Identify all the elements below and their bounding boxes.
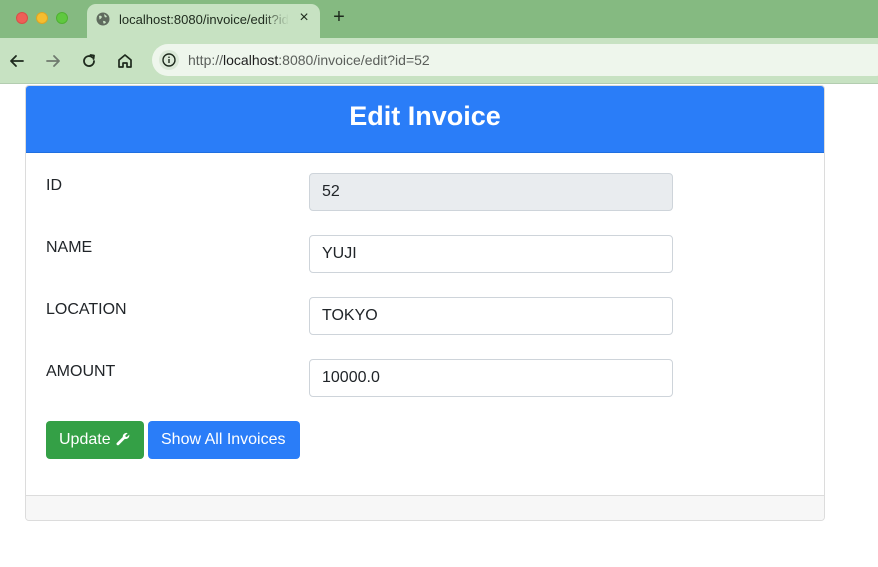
location-field[interactable]: TOKYO <box>309 297 673 335</box>
forward-arrow-icon[interactable] <box>42 50 64 72</box>
minimize-window-button[interactable] <box>36 12 48 24</box>
back-arrow-icon[interactable] <box>6 50 28 72</box>
close-tab-icon[interactable]: × <box>295 9 313 27</box>
reload-icon[interactable] <box>78 50 100 72</box>
address-bar[interactable]: http://localhost:8080/invoice/edit?id=52 <box>152 44 878 76</box>
id-field: 52 <box>309 173 673 211</box>
name-label: NAME <box>46 239 93 256</box>
id-label: ID <box>46 177 62 194</box>
close-window-button[interactable] <box>16 12 28 24</box>
maximize-window-button[interactable] <box>56 12 68 24</box>
page-title: Edit Invoice <box>349 101 501 131</box>
card-header: Edit Invoice <box>26 86 824 153</box>
url-text: http://localhost:8080/invoice/edit?id=52 <box>188 52 430 68</box>
update-button[interactable]: Update <box>46 421 144 459</box>
url-host: localhost <box>223 52 279 68</box>
url-scheme: http:// <box>188 52 224 68</box>
browser-tab[interactable]: localhost:8080/invoice/edit?id=52 × <box>87 4 320 38</box>
show-all-invoices-button[interactable]: Show All Invoices <box>148 421 300 459</box>
url-path: :8080/invoice/edit?id=52 <box>278 52 430 68</box>
new-tab-button[interactable]: + <box>330 7 348 27</box>
update-button-label: Update <box>59 431 111 448</box>
browser-toolbar: http://localhost:8080/invoice/edit?id=52 <box>0 38 878 84</box>
amount-field[interactable]: 10000.0 <box>309 359 673 397</box>
site-info-icon[interactable] <box>159 50 179 70</box>
location-label: LOCATION <box>46 301 127 318</box>
globe-icon <box>96 12 110 26</box>
wrench-icon <box>116 432 129 446</box>
tab-title: localhost:8080/invoice/edit?id=52 <box>119 12 289 27</box>
name-field[interactable]: YUJI <box>309 235 673 273</box>
home-icon[interactable] <box>114 50 136 72</box>
edit-invoice-card: Edit Invoice ID 52 NAME YUJI LOCATION TO… <box>25 85 825 521</box>
browser-tab-bar: localhost:8080/invoice/edit?id=52 × + <box>0 0 878 38</box>
card-footer <box>26 495 824 520</box>
amount-label: AMOUNT <box>46 363 116 380</box>
